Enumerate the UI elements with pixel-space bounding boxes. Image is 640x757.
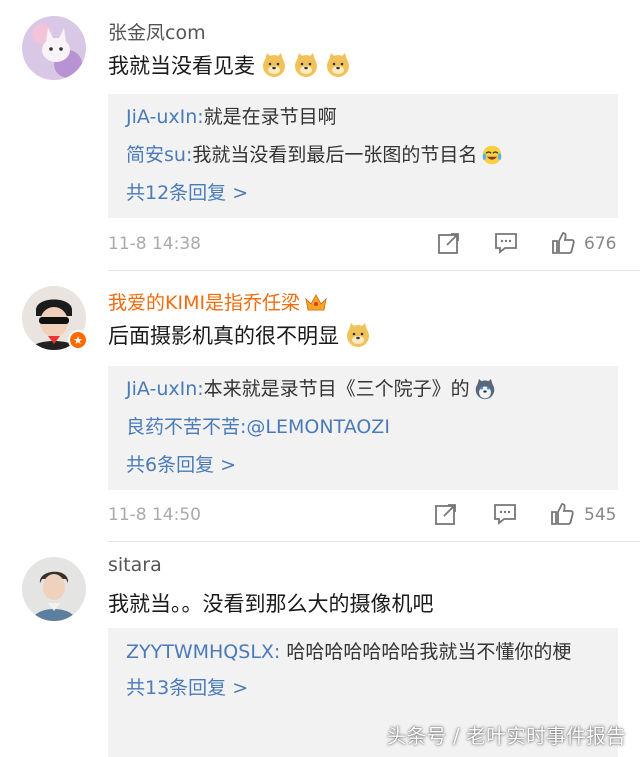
reply-username[interactable]: 简安su: <box>126 136 192 174</box>
comment-icon[interactable] <box>493 230 519 256</box>
comment-username[interactable]: 我爱的KIMI是指乔任梁 <box>108 288 328 315</box>
reply-text: 本来就是录节目《三个院子》的 <box>203 378 470 400</box>
verified-badge-icon: ★ <box>68 330 88 350</box>
comment-username[interactable]: sitara <box>108 554 162 576</box>
comment-text-row: 我就当没看见麦 <box>108 50 351 80</box>
comment-time: 11-8 14:50 <box>108 505 201 525</box>
comment-icon[interactable] <box>492 501 518 527</box>
like-count: 676 <box>584 234 617 254</box>
comment-text-row: 后面摄影机真的很不明显 <box>108 320 371 350</box>
comment-text: 我就当没看见麦 <box>108 54 255 78</box>
divider <box>108 541 640 542</box>
share-icon[interactable] <box>433 501 459 527</box>
comment-text: 我就当。。没看到那么大的摄像机吧 <box>108 592 434 616</box>
reply-line: JiA-uxIn: 本来就是录节目《三个院子》的 <box>126 370 600 408</box>
reply-mention[interactable]: @LEMONTAOZI <box>246 408 390 446</box>
reply-username[interactable]: JiA-uxIn: <box>126 370 204 408</box>
doge-emoji <box>327 53 349 77</box>
reply-username[interactable]: JiA-uxIn: <box>126 98 204 136</box>
more-replies-link[interactable]: 共12条回复 > <box>126 174 600 212</box>
reply-username[interactable]: ZYYTWMHQSLX: <box>126 641 280 663</box>
watermark: 头条号 / 老叶实时事件报告 <box>386 724 626 748</box>
comment-username-text: 我爱的KIMI是指乔任梁 <box>108 292 301 314</box>
comment-actions: 11-8 14:38 676 <box>108 230 620 260</box>
like-count: 545 <box>584 505 617 525</box>
like-icon[interactable] <box>549 501 575 527</box>
more-replies-link[interactable]: 共6条回复 > <box>126 446 600 484</box>
doge-emoji <box>295 53 317 77</box>
comment-time: 11-8 14:38 <box>108 234 201 254</box>
husky-emoji <box>475 378 494 400</box>
comment-actions: 11-8 14:50 545 <box>108 501 620 531</box>
reply-line: 简安su: 我就当没看到最后一张图的节目名 <box>126 136 600 174</box>
doge-emoji <box>263 53 285 77</box>
comment-text-row: 我就当。。没看到那么大的摄像机吧 <box>108 588 434 618</box>
reply-text: 我就当没看到最后一张图的节目名 <box>192 144 478 166</box>
reply-box[interactable]: JiA-uxIn: 就是在录节目啊 简安su: 我就当没看到最后一张图的节目名 … <box>108 94 618 218</box>
reply-line: JiA-uxIn: 就是在录节目啊 <box>126 98 600 136</box>
reply-text: 就是在录节目啊 <box>203 106 337 128</box>
like-icon[interactable] <box>550 230 576 256</box>
comment-text: 后面摄影机真的很不明显 <box>108 324 339 348</box>
more-replies-link[interactable]: 共13条回复 > <box>126 669 594 707</box>
share-icon[interactable] <box>436 230 462 256</box>
reply-box[interactable]: JiA-uxIn: 本来就是录节目《三个院子》的 良药不苦不苦: @LEMONT… <box>108 366 618 490</box>
reply-line: 良药不苦不苦: @LEMONTAOZI <box>126 408 600 446</box>
avatar[interactable] <box>22 16 86 80</box>
laugh-cry-emoji <box>483 145 502 165</box>
reply-line: ZYYTWMHQSLX: 哈哈哈哈哈哈哈我就当不懂你的梗 <box>126 636 594 669</box>
avatar[interactable] <box>22 557 86 621</box>
divider <box>108 270 640 271</box>
reply-username[interactable]: 良药不苦不苦: <box>126 408 246 446</box>
doge-emoji <box>347 323 369 347</box>
comment-username[interactable]: 张金凤com <box>108 18 206 45</box>
crown-icon <box>305 293 327 310</box>
reply-text: 哈哈哈哈哈哈哈我就当不懂你的梗 <box>280 641 572 663</box>
